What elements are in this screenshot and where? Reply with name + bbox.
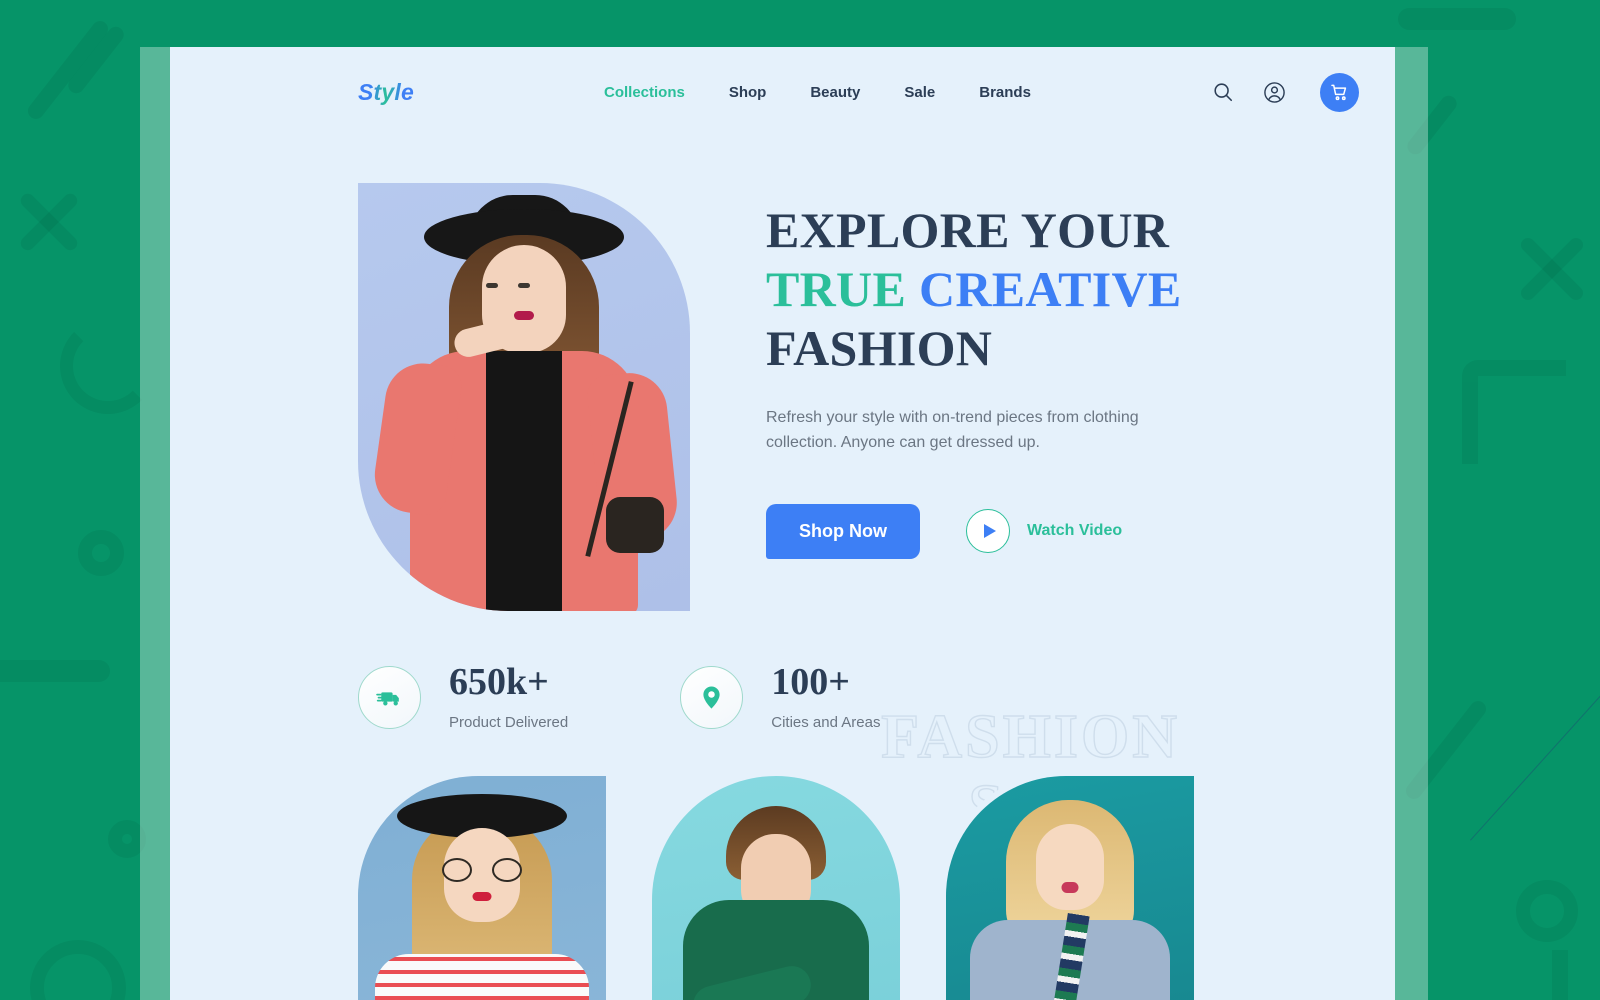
nav-item-shop[interactable]: Shop [729, 84, 767, 101]
stat-label: Cities and Areas [771, 714, 881, 731]
deco-corner-bottom-right [1468, 950, 1568, 1000]
deco-slash-top-left [24, 17, 112, 123]
location-pin-icon [680, 665, 744, 729]
deco-ring-top-left [78, 530, 124, 576]
deco-slash-bottom-left [65, 23, 127, 97]
watch-video-button[interactable]: Watch Video [966, 509, 1123, 554]
hero-description: Refresh your style with on-trend pieces … [766, 409, 1139, 451]
product-card-list [170, 731, 1395, 1000]
page-title: EXPLORE YOUR TRUE CREATIVE FASHION [766, 201, 1182, 378]
landing-page-card: Style Collections Shop Beauty Sale Brand… [170, 47, 1395, 1000]
deco-bar-top-right [1398, 8, 1516, 30]
card1-glasses-icon [442, 858, 522, 882]
hero-model-image [358, 183, 690, 611]
page-shadow-right [1395, 47, 1428, 1000]
stat-label: Product Delivered [449, 714, 569, 731]
hero-model-bag [606, 497, 664, 553]
play-triangle [983, 524, 996, 539]
deco-corner-right [1462, 360, 1566, 464]
hero-model-lips [514, 311, 534, 320]
main-navigation: Collections Shop Beauty Sale Brands [604, 84, 1031, 101]
stats-section: 650k+ Product Delivered 100+ Cities and … [170, 611, 1395, 731]
headline-line-1: EXPLORE YOUR [766, 202, 1170, 258]
deco-x-right [1518, 235, 1586, 303]
brand-logo[interactable]: Style [358, 79, 414, 106]
stat-value: 650k+ [449, 661, 549, 703]
stat-text-group: 100+ Cities and Areas [771, 663, 880, 731]
hero-section: EXPLORE YOUR TRUE CREATIVE FASHION Refre… [170, 137, 1395, 842]
watermark-fashion: FASHION [880, 702, 1180, 771]
nav-item-sale[interactable]: Sale [904, 84, 935, 101]
deco-x-right-2 [1518, 235, 1586, 303]
header-actions [1210, 72, 1359, 112]
watch-video-label: Watch Video [1027, 522, 1123, 540]
card3-face [1036, 824, 1104, 910]
stat-product-delivered: 650k+ Product Delivered [358, 663, 568, 731]
product-card-woman-glasses[interactable] [358, 776, 606, 1000]
deco-x-left-2 [17, 190, 81, 254]
delivery-truck-icon [358, 665, 421, 729]
search-icon[interactable] [1210, 79, 1236, 105]
headline-line-3: FASHION [766, 320, 993, 376]
page-shadow-left [140, 47, 170, 1000]
nav-item-collections[interactable]: Collections [604, 84, 685, 101]
shop-now-button[interactable]: Shop Now [766, 503, 920, 559]
stat-text-group: 650k+ Product Delivered [449, 663, 568, 731]
deco-ring-right [1516, 880, 1578, 942]
stat-cities-areas: 100+ Cities and Areas [680, 663, 880, 731]
card1-striped-shirt [375, 954, 589, 1000]
hero-cta-row: Shop Now Watch Video [766, 503, 1182, 559]
deco-diagonal-line-right [1470, 594, 1600, 841]
product-card-man-sweater[interactable] [652, 776, 900, 1000]
hero-copy: EXPLORE YOUR TRUE CREATIVE FASHION Refre… [690, 183, 1182, 611]
card3-lips [1061, 882, 1079, 893]
stat-value: 100+ [771, 661, 850, 703]
account-icon[interactable] [1261, 79, 1287, 105]
card1-lips [472, 892, 492, 901]
play-icon[interactable] [966, 509, 1010, 554]
product-card-woman-denim[interactable] [946, 776, 1194, 1000]
nav-item-brands[interactable]: Brands [979, 84, 1031, 101]
cart-icon[interactable] [1320, 72, 1359, 112]
headline-word-true: TRUE [766, 261, 907, 317]
headline-word-creative: CREATIVE [918, 261, 1182, 317]
hero-model-eye-left [486, 283, 498, 288]
deco-ring-left-large [30, 940, 126, 1000]
site-header: Style Collections Shop Beauty Sale Brand… [170, 47, 1395, 137]
nav-item-beauty[interactable]: Beauty [810, 84, 860, 101]
deco-bar-left [0, 660, 110, 682]
hero-model-eye-right [518, 283, 530, 288]
deco-x-left [17, 190, 81, 254]
